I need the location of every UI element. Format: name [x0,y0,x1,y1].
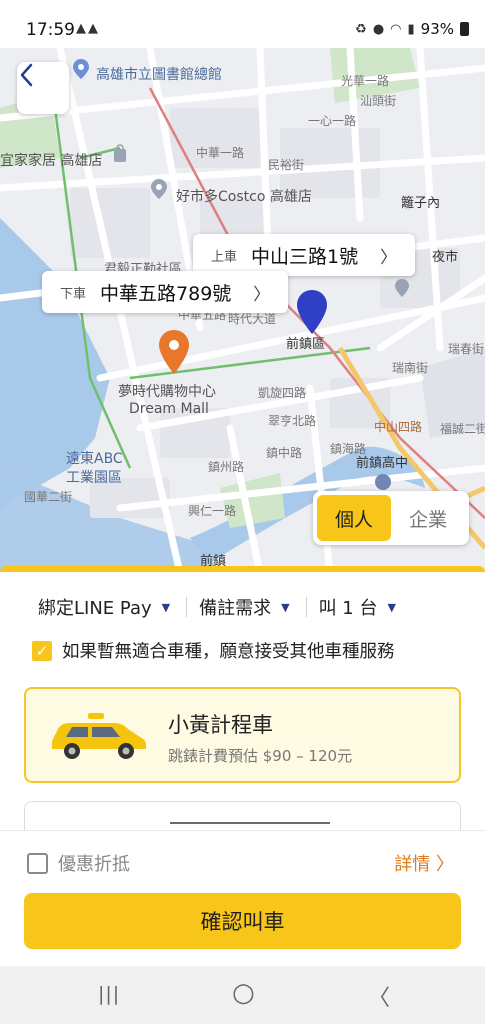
bottom-action-bar: 優惠折抵 詳情 〉 確認叫車 [0,830,485,972]
dropoff-tag: 下車 [60,286,87,302]
notes-label: 備註需求 [199,598,272,619]
map-label-library: 高雄市立圖書館總館 [96,67,222,83]
caret-down-icon: ▼ [161,600,171,614]
mode-toggle: 個人 企業 [313,491,469,545]
map-label-ruinan: 瑞南街 [392,361,429,375]
mode-personal-button[interactable]: 個人 [317,495,391,541]
wifi-icon: ◠ [390,21,402,37]
dropoff-address: 中華五路789號 [100,282,232,305]
map-label-zhenzhong: 鎮中路 [266,446,303,460]
payment-label: 綁定LINE Pay [38,598,152,619]
map-label-zhenzhou: 鎮州路 [208,460,245,474]
pickup-tag: 上車 [211,249,238,265]
discount-checkbox[interactable] [27,852,48,874]
chevron-right-icon: 〉 [253,284,271,305]
back-button[interactable] [17,62,69,114]
map-label-far-east: 遠東ABC [66,451,123,467]
map-label-dreammall-en: Dream Mall [129,401,209,417]
recycle-icon: ♻ [355,21,367,37]
car-option-name: 小黃計程車 [168,713,273,737]
map-label-fuhua: 福誠二街 [440,422,485,436]
discount-label: 優惠折抵 [58,854,130,875]
map-label-minquan: 民裕街 [268,158,305,172]
discount-row[interactable]: 優惠折抵 [27,850,130,876]
accept-other-label: 如果暫無適合車種，願意接受其他車種服務 [62,642,395,662]
battery-percent: 93% [420,20,454,38]
notification-icons: ▲▲ [76,21,100,36]
booking-sheet: 綁定LINE Pay ▼ 備註需求 ▼ 叫 1 台 ▼ ✓ 如果暫無適合車種，願… [0,566,485,972]
options-row: 綁定LINE Pay ▼ 備註需求 ▼ 叫 1 台 ▼ [0,589,485,625]
status-time: 17:59 [26,20,75,40]
notes-dropdown[interactable]: 備註需求 ▼ [199,594,289,620]
payment-dropdown[interactable]: 綁定LINE Pay ▼ [38,594,170,620]
map-label-shantou: 汕頭街 [360,94,397,108]
mode-business-button[interactable]: 企業 [391,495,465,541]
map-label-kaixuan: 凱旋四路 [258,386,307,400]
home-button[interactable]: ○ [232,978,255,1008]
map-label-qianzhen-hs: 前鎮高中 [356,456,409,471]
pickup-bubble[interactable]: 上車 中山三路1號 〉 [193,234,416,276]
system-nav-bar: ||| ○ 〈 [0,966,485,1024]
cat-icon: ▲ [88,21,100,36]
car-option-taxi[interactable]: 小黃計程車 跳錶計費預估 $90 – 120元 [24,687,461,783]
map-label-ruichun: 瑞春街 [448,342,485,356]
signal-icon: ▮ [407,21,415,37]
map-label-dreammall-zh: 夢時代購物中心 [118,384,216,400]
car-option-price: 跳錶計費預估 $90 – 120元 [168,747,353,765]
cat-icon: ▲ [76,21,88,36]
map-label-guanghua: 光華一路 [341,74,390,88]
accept-other-checkbox[interactable]: ✓ [32,640,52,661]
map-label-guohua: 國華二街 [24,490,73,504]
status-right: ♻ ● ◠ ▮ 93% [355,20,469,38]
count-dropdown[interactable]: 叫 1 台 ▼ [319,594,396,620]
status-bar: 17:59 ▲▲ ♻ ● ◠ ▮ 93% [0,0,485,48]
caret-down-icon: ▼ [387,600,396,614]
details-link[interactable]: 詳情 〉 [394,850,454,876]
map-label-night: 夜市 [432,250,459,265]
dropoff-bubble[interactable]: 下車 中華五路789號 〉 [42,271,289,313]
map-label-far-east-2: 工業園區 [66,470,122,486]
pickup-address: 中山三路1號 [251,245,359,268]
map-label-zhongshan: 中山四路 [374,420,423,434]
map-label-lizinei: 籬子內 [401,196,441,211]
map-label-zhonghua1: 中華一路 [196,146,245,160]
chevron-left-icon [20,63,33,87]
map-label-ikea: 宜家家居 高雄店 [0,153,103,169]
recents-button[interactable]: ||| [98,983,120,1005]
battery-icon [460,22,469,36]
map-label-cuiheng: 翠亨北路 [268,414,317,428]
divider [186,597,188,617]
map-label-yixin: 一心一路 [308,114,357,128]
map-label-xingren: 興仁一路 [188,504,237,518]
nav-back-button[interactable]: 〈 [368,980,390,1012]
confirm-button[interactable]: 確認叫車 [24,893,461,949]
map[interactable]: 高雄市立圖書館總館 宜家家居 高雄店 好市多Costco 高雄店 籬子內 君毅正… [0,48,485,573]
taxi-car-icon [52,713,146,759]
accept-other-row[interactable]: ✓ 如果暫無適合車種，願意接受其他車種服務 [32,638,395,663]
divider [305,597,307,617]
caret-down-icon: ▼ [281,600,290,614]
map-label-costco: 好市多Costco 高雄店 [176,189,312,205]
count-label: 叫 1 台 [318,598,378,619]
chevron-right-icon: 〉 [380,247,398,268]
location-icon: ● [372,21,385,37]
